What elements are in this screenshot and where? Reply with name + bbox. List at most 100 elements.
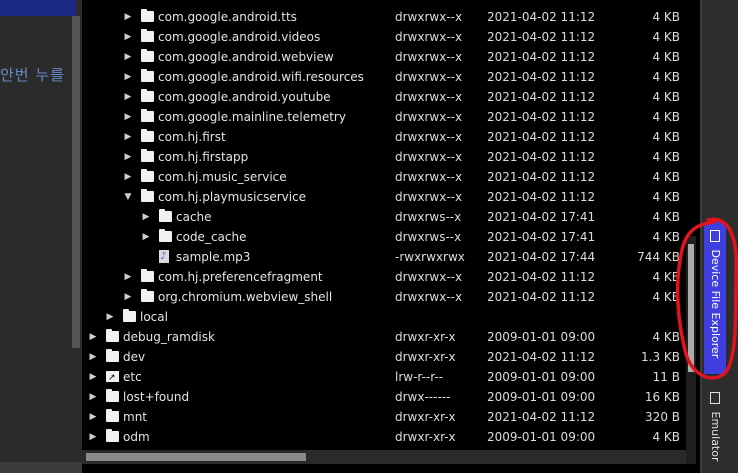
expand-arrow-icon[interactable]: ▶ [123,47,133,67]
folder-icon [141,29,154,42]
expand-arrow-icon[interactable]: ▶ [88,327,98,347]
file-name: com.google.android.youtube [158,90,331,104]
tree-row[interactable]: ▶ com.hj.firstapp drwxrwx--x 2021-04-02 11:… [82,147,682,167]
file-name: code_cache [176,230,247,244]
expand-arrow-icon[interactable]: ▶ [123,147,133,167]
file-name: com.google.android.tts [158,10,297,24]
date-modified: 2021-04-02 11:12 [487,90,596,104]
file-size: 4 KB [652,210,680,224]
file-size: 16 KB [644,390,680,404]
tree-row[interactable]: ▶ com.google.android.videos drwxrwx--x 2021… [82,27,682,47]
date-modified: 2021-04-02 17:41 [487,230,596,244]
folder-icon [106,329,119,342]
emulator-icon [710,392,720,404]
tree-row[interactable]: sample.mp3 -rwxrwxrwx 2021-04-02 17:44 744 … [82,247,682,267]
permissions: drwxrwx--x [395,170,463,184]
file-name: com.google.mainline.telemetry [158,110,346,124]
tree-row[interactable]: ▶ lost+found drwx------ 2009-01-01 09:00 16 … [82,387,682,407]
file-size: 4 KB [652,270,680,284]
file-size: 4 KB [652,230,680,244]
permissions: drwxrws--x [395,230,462,244]
date-modified: 2021-04-02 11:12 [487,410,596,424]
expand-arrow-icon[interactable]: ▶ [123,27,133,47]
permissions: drwxrwx--x [395,270,463,284]
permissions: drwxr-xr-x [395,330,456,344]
file-name: mnt [123,410,147,424]
collapse-arrow-icon[interactable]: ▼ [123,187,133,207]
file-name: com.google.android.wifi.resources [158,70,364,84]
tree-row[interactable]: ▶ debug_ramdisk drwxr-xr-x 2009-01-01 09:00… [82,327,682,347]
expand-arrow-icon[interactable]: ▶ [123,107,133,127]
tree-row[interactable]: ▶ dev drwxr-xr-x 2021-04-02 11:12 1.3 KB [82,347,682,367]
tree-row[interactable]: ▶ com.google.android.webview drwxrwx--x 202… [82,47,682,67]
emulator-tab[interactable]: Emulator [704,390,726,462]
horizontal-scrollbar-thumb[interactable] [86,453,306,461]
editor-scrollbar[interactable] [72,16,80,348]
folder-icon [141,189,154,202]
expand-arrow-icon[interactable]: ▶ [123,267,133,287]
folder-icon [141,289,154,302]
file-size: 4 KB [652,150,680,164]
expand-arrow-icon[interactable]: ▶ [141,207,151,227]
tree-row[interactable]: ▶ org.chromium.webview_shell drwxrwx--x 202… [82,287,682,307]
permissions: lrw-r--r-- [395,370,444,384]
tree-row[interactable]: ▶ com.google.mainline.telemetry drwxrwx--x… [82,107,682,127]
expand-arrow-icon[interactable]: ▶ [123,167,133,187]
tree-row[interactable]: ▶ odm drwxr-xr-x 2009-01-01 09:00 4 KB [82,427,682,447]
date-modified: 2021-04-02 11:12 [487,10,596,24]
file-name: debug_ramdisk [123,330,215,344]
file-size: 4 KB [652,330,680,344]
folder-icon [141,49,154,62]
tree-row[interactable]: ▶ com.google.android.wifi.resources drwxrw… [82,67,682,87]
tree-row[interactable]: ▶ com.hj.preferencefragment drwxrwx--x 2021… [82,267,682,287]
expand-arrow-icon[interactable]: ▶ [123,7,133,27]
folder-icon [141,89,154,102]
expand-arrow-icon[interactable]: ▶ [88,347,98,367]
tree-row[interactable]: ▶ cache drwxrws--x 2021-04-02 17:41 4 KB [82,207,682,227]
permissions: drwxrwx--x [395,150,463,164]
tree-row[interactable]: ▶ code_cache drwxrws--x 2021-04-02 17:41 4 K… [82,227,682,247]
permissions: drwxrwx--x [395,130,463,144]
date-modified: 2009-01-01 09:00 [487,370,596,384]
expand-arrow-icon[interactable]: ▶ [88,387,98,407]
date-modified: 2021-04-02 11:12 [487,270,596,284]
expand-arrow-icon[interactable]: ▶ [123,67,133,87]
expand-arrow-icon[interactable]: ▶ [123,287,133,307]
folder-icon [123,309,136,322]
editor-status-area [0,462,82,473]
editor-header [0,0,76,16]
file-size: 4 KB [652,110,680,124]
expand-arrow-icon[interactable]: ▶ [88,427,98,447]
date-modified: 2021-04-02 11:12 [487,170,596,184]
editor-pane: 안번 누를 [0,0,82,473]
folder-icon [106,389,119,402]
date-modified: 2009-01-01 09:00 [487,390,596,404]
tree-row[interactable]: ▶ com.google.android.youtube drwxrwx--x 202… [82,87,682,107]
expand-arrow-icon[interactable]: ▶ [123,127,133,147]
permissions: drwxrwx--x [395,10,463,24]
file-name: local [140,310,168,324]
tree-row[interactable]: ▼ com.hj.playmusicservice drwxrwx--x 2021-0… [82,187,682,207]
permissions: drwxrwx--x [395,30,463,44]
device-file-explorer-panel: ▶ com.google.android.tts drwxrwx--x 2021-04… [82,0,700,473]
date-modified: 2021-04-02 11:12 [487,150,596,164]
expand-arrow-icon[interactable]: ▶ [123,87,133,107]
emulator-tab-label: Emulator [709,411,722,462]
folder-icon [141,69,154,82]
tree-row[interactable]: ▶ etc lrw-r--r-- 2009-01-01 09:00 11 B [82,367,682,388]
tree-row[interactable]: ▶ local [82,307,682,327]
tree-row[interactable]: ▶ com.hj.music_service drwxrwx--x 2021-04-0… [82,167,682,187]
folder-icon [106,349,119,362]
permissions: drwxrwx--x [395,110,463,124]
date-modified: 2021-04-02 11:12 [487,130,596,144]
expand-arrow-icon[interactable]: ▶ [88,407,98,427]
tree-row[interactable]: ▶ com.google.android.tts drwxrwx--x 2021-04… [82,7,682,27]
tree-row[interactable]: ▶ com.hj.first drwxrwx--x 2021-04-02 11:12 4… [82,127,682,147]
expand-arrow-icon[interactable]: ▶ [88,367,98,387]
file-name: odm [123,430,150,444]
file-size: 4 KB [652,190,680,204]
expand-arrow-icon[interactable]: ▶ [141,227,151,247]
symlink-folder-icon [106,368,119,388]
tree-row[interactable]: ▶ mnt drwxr-xr-x 2021-04-02 11:12 320 B [82,407,682,427]
expand-arrow-icon[interactable]: ▶ [105,307,115,327]
